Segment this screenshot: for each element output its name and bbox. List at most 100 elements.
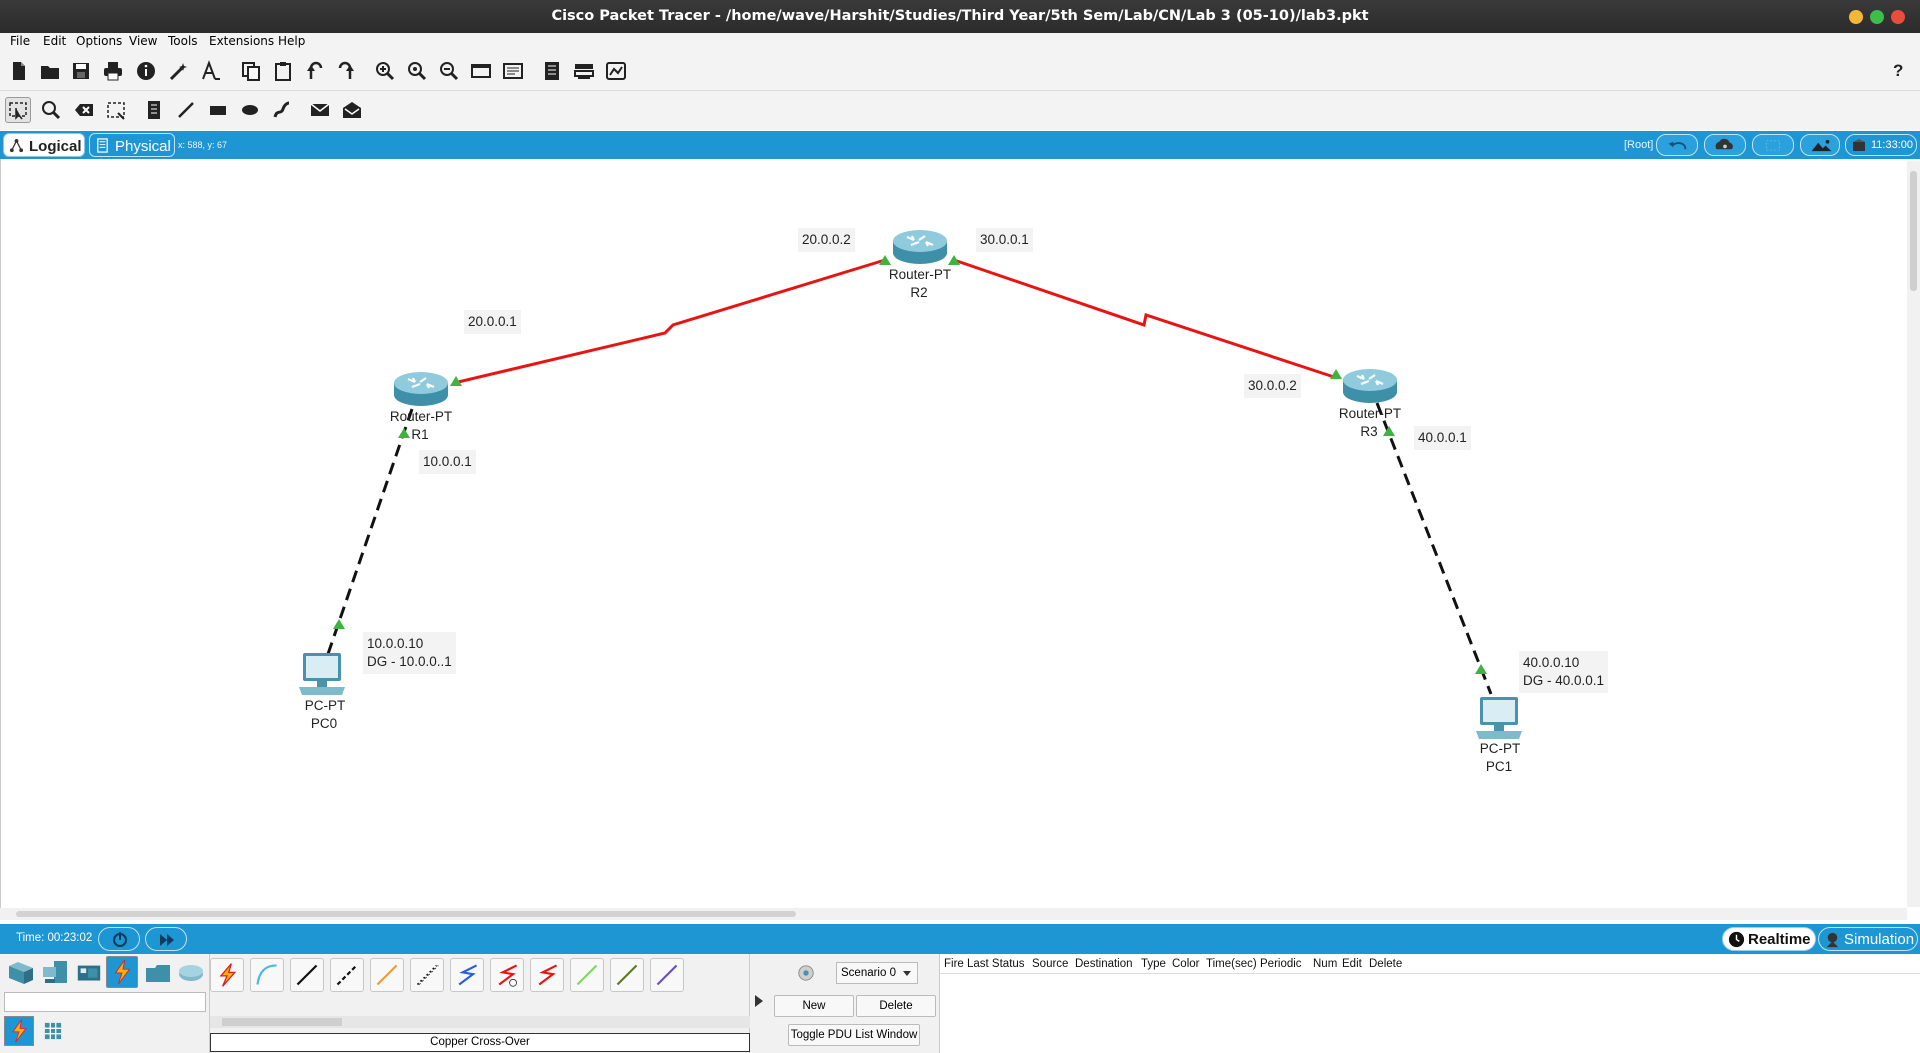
undo-icon[interactable] xyxy=(302,58,328,84)
fast-forward-button[interactable] xyxy=(145,927,187,951)
end-devices-icon[interactable] xyxy=(40,958,70,988)
note-pc0-config[interactable]: 10.0.0.10 DG - 10.0.0..1 xyxy=(363,632,456,674)
connection-list-scrollbar[interactable] xyxy=(210,1016,750,1028)
resize-icon[interactable] xyxy=(103,97,129,123)
back-button[interactable] xyxy=(1656,134,1698,156)
menu-file[interactable]: File xyxy=(10,34,30,48)
multiuser-icon[interactable] xyxy=(176,958,206,988)
phone-cable-tool[interactable] xyxy=(410,958,444,992)
menu-tools[interactable]: Tools xyxy=(168,34,198,48)
minimize-button[interactable] xyxy=(1849,10,1863,24)
power-cycle-button[interactable] xyxy=(98,927,140,951)
miscellaneous-icon[interactable] xyxy=(143,958,173,988)
menu-edit[interactable]: Edit xyxy=(43,34,66,48)
realtime-mode-button[interactable]: Realtime xyxy=(1722,927,1816,951)
components-icon[interactable] xyxy=(74,960,104,988)
device-list-icon[interactable] xyxy=(571,58,597,84)
copper-straight-through-tool[interactable] xyxy=(290,958,324,992)
print-icon[interactable] xyxy=(100,58,126,84)
router-r3[interactable] xyxy=(1341,366,1399,406)
router-r1[interactable] xyxy=(392,369,450,409)
viewport-clock[interactable]: 11:33:00 xyxy=(1845,134,1917,156)
router-r2[interactable] xyxy=(891,227,949,267)
menu-view[interactable]: View xyxy=(129,34,157,48)
fiber-tool[interactable] xyxy=(370,958,404,992)
simple-pdu-icon[interactable] xyxy=(307,97,333,123)
new-icon[interactable] xyxy=(6,58,32,84)
zoom-out-icon[interactable] xyxy=(436,58,462,84)
vertical-scroll-thumb[interactable] xyxy=(1910,171,1917,291)
tab-logical[interactable]: Logical xyxy=(3,133,85,157)
menu-help[interactable]: Help xyxy=(278,34,305,48)
custom-device-icon[interactable] xyxy=(500,58,526,84)
selected-subcategory-button[interactable] xyxy=(4,1016,34,1046)
connections-category-button[interactable] xyxy=(106,956,138,988)
freeform-icon[interactable] xyxy=(269,97,295,123)
serial-dte-tool[interactable] xyxy=(530,958,564,992)
note-r1-serial-ip[interactable]: 20.0.0.1 xyxy=(464,310,521,334)
note-r1-fa-ip[interactable]: 10.0.0.1 xyxy=(419,450,476,474)
vertical-scrollbar[interactable] xyxy=(1907,161,1920,907)
rectangle-icon[interactable] xyxy=(205,97,231,123)
info-icon[interactable] xyxy=(133,58,159,84)
connection-list-scroll-thumb[interactable] xyxy=(222,1018,342,1026)
zoom-in-icon[interactable] xyxy=(372,58,398,84)
pc-pc1[interactable] xyxy=(1474,695,1524,743)
copper-cross-over-tool[interactable] xyxy=(330,958,364,992)
note-r3-fa-ip[interactable]: 40.0.0.1 xyxy=(1414,426,1471,450)
iot-custom-cable-tool[interactable] xyxy=(610,958,644,992)
menu-extensions[interactable]: Extensions xyxy=(209,34,274,48)
help-button[interactable]: ? xyxy=(1893,61,1903,81)
network-devices-icon[interactable] xyxy=(6,958,36,988)
menu-options[interactable]: Options xyxy=(76,34,122,48)
automatic-connection-tool[interactable] xyxy=(210,958,244,992)
tab-physical[interactable]: Physical xyxy=(89,133,175,157)
viewport-icon[interactable] xyxy=(603,58,629,84)
open-icon[interactable] xyxy=(37,58,63,84)
usb-cable-tool[interactable] xyxy=(650,958,684,992)
ellipse-icon[interactable] xyxy=(237,97,263,123)
horizontal-scroll-thumb[interactable] xyxy=(16,911,796,917)
save-icon[interactable] xyxy=(68,58,94,84)
copy-icon[interactable] xyxy=(238,58,264,84)
coaxial-tool[interactable] xyxy=(450,958,484,992)
zoom-reset-icon[interactable] xyxy=(404,58,430,84)
set-background-button[interactable] xyxy=(1800,134,1840,156)
scenario-select[interactable]: Scenario 0 xyxy=(836,962,918,984)
redo-icon[interactable] xyxy=(333,58,359,84)
maximize-button[interactable] xyxy=(1870,10,1884,24)
new-scenario-button[interactable]: New xyxy=(774,995,854,1017)
drawing-palette-icon[interactable] xyxy=(468,58,494,84)
line-icon[interactable] xyxy=(173,97,199,123)
note-r2-right-ip[interactable]: 30.0.0.1 xyxy=(976,228,1033,252)
new-cluster-button[interactable] xyxy=(1704,134,1746,156)
link-r1-pc0-crossover[interactable] xyxy=(326,408,414,655)
select-icon[interactable] xyxy=(5,97,31,123)
wizard-icon[interactable] xyxy=(166,58,192,84)
move-object-button[interactable] xyxy=(1752,134,1794,156)
console-cable-tool[interactable] xyxy=(250,958,284,992)
delete-icon[interactable] xyxy=(71,97,97,123)
toggle-pdu-list-button[interactable]: Toggle PDU List Window xyxy=(788,1024,920,1046)
serial-dce-tool[interactable] xyxy=(490,958,524,992)
grid-view-icon[interactable] xyxy=(44,1022,62,1040)
pc-pc0[interactable] xyxy=(297,651,347,699)
root-breadcrumb[interactable]: [Root] xyxy=(1624,139,1653,151)
logical-workspace[interactable]: Router-PT R2 Router-PT R1 Router-PT R3 P… xyxy=(0,159,1920,909)
simulation-mode-button[interactable]: Simulation xyxy=(1818,927,1918,951)
inspect-icon[interactable] xyxy=(38,97,64,123)
scenario-info-icon[interactable] xyxy=(797,964,815,982)
complex-pdu-icon[interactable] xyxy=(339,97,365,123)
link-r2-r3-serial[interactable] xyxy=(953,258,1335,379)
delete-scenario-button[interactable]: Delete xyxy=(856,995,936,1017)
horizontal-scrollbar[interactable] xyxy=(0,908,1907,920)
device-search-input[interactable] xyxy=(4,992,206,1012)
notes-icon[interactable] xyxy=(539,58,565,84)
expand-pdu-panel-arrow[interactable] xyxy=(754,994,764,1008)
note-r3-serial-ip[interactable]: 30.0.0.2 xyxy=(1244,374,1301,398)
note-pc1-config[interactable]: 40.0.0.10 DG - 40.0.0.1 xyxy=(1519,651,1609,693)
paste-icon[interactable] xyxy=(270,58,296,84)
note-icon[interactable] xyxy=(141,97,167,123)
font-icon[interactable] xyxy=(198,58,224,84)
note-r2-left-ip[interactable]: 20.0.0.2 xyxy=(798,228,855,252)
